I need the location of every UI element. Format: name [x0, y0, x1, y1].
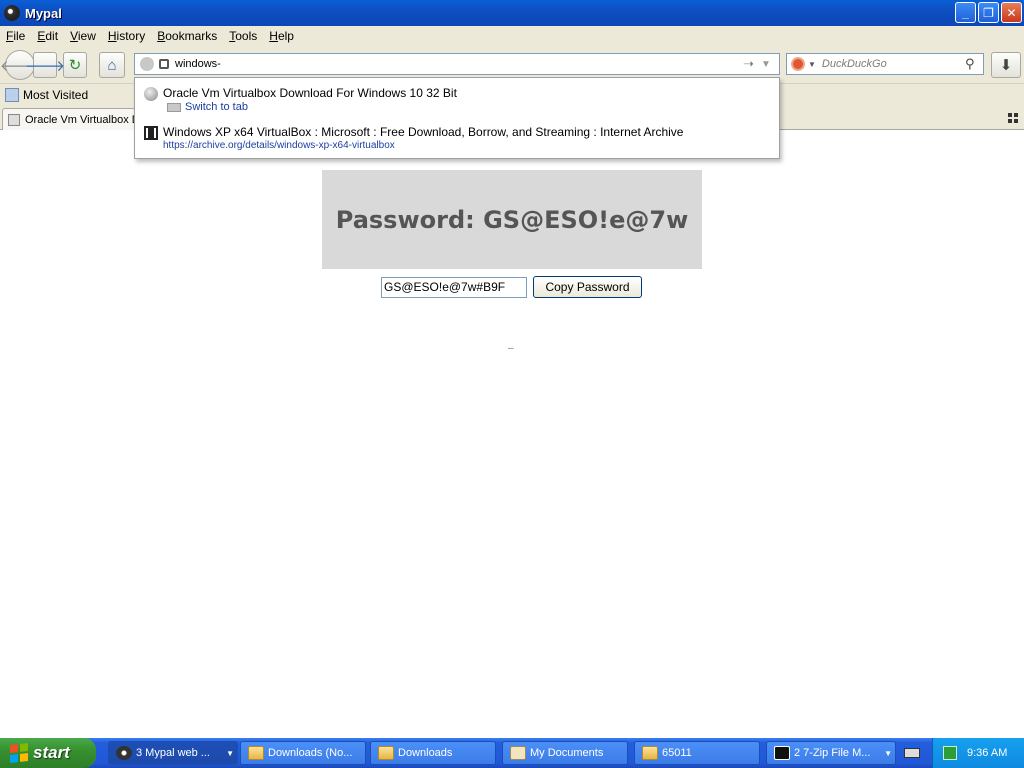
most-visited-icon — [5, 88, 19, 102]
switch-tab-icon — [167, 102, 181, 112]
folder-icon — [378, 746, 394, 760]
search-input[interactable]: DuckDuckGo — [822, 58, 965, 70]
search-engine-dropdown-icon[interactable]: ▼ — [808, 60, 816, 69]
copy-password-button[interactable]: Copy Password — [533, 276, 642, 298]
lock-icon — [159, 59, 169, 69]
tab-oracle-virtualbox[interactable]: Oracle Vm Virtualbox Download For Window… — [2, 108, 136, 130]
tab-label: Oracle Vm Virtualbox Download For Window… — [25, 113, 135, 126]
close-button[interactable]: ✕ — [1001, 2, 1022, 23]
taskbar-item-65011[interactable]: 65011 — [634, 741, 760, 765]
url-input[interactable]: windows- — [175, 58, 743, 70]
taskbar-item-downloads-no[interactable]: Downloads (No... — [240, 741, 366, 765]
taskbar-item-label: My Documents — [530, 747, 604, 759]
switch-to-tab-label: Switch to tab — [185, 101, 248, 113]
search-icon[interactable]: ⚲ — [965, 56, 983, 72]
taskbar-item-mypal[interactable]: 3 Mypal web ... ▼ — [108, 741, 238, 765]
minimize-button[interactable]: _ — [955, 2, 976, 23]
network-icon[interactable] — [943, 746, 957, 760]
tab-favicon-icon — [8, 113, 20, 126]
menu-bookmarks[interactable]: Bookmarks — [151, 29, 223, 43]
taskbar-item-label: Downloads (No... — [268, 747, 353, 759]
folder-icon — [642, 746, 658, 760]
url-dropdown-icon[interactable]: ▼ — [761, 59, 779, 70]
mypal-app-icon — [4, 5, 20, 21]
globe-icon — [144, 87, 158, 101]
taskbar-item-label: 65011 — [662, 747, 692, 759]
url-autocomplete-popup: Oracle Vm Virtualbox Download For Window… — [134, 77, 780, 159]
menu-history[interactable]: History — [102, 29, 151, 43]
autocomplete-url: https://archive.org/details/windows-xp-x… — [163, 140, 395, 151]
group-arrow-icon: ▼ — [226, 748, 234, 758]
autocomplete-item-switch-tab[interactable]: Oracle Vm Virtualbox Download For Window… — [135, 84, 779, 122]
folder-icon — [248, 746, 264, 760]
autocomplete-title: Oracle Vm Virtualbox Download For Window… — [163, 86, 457, 100]
home-button[interactable]: ⌂ — [99, 52, 125, 78]
downloads-button[interactable]: ⬇ — [991, 52, 1021, 78]
download-arrow-icon: ⬇ — [999, 57, 1013, 74]
windows-logo-icon — [10, 743, 28, 763]
menu-file[interactable]: File — [0, 29, 31, 43]
taskbar-item-downloads[interactable]: Downloads — [370, 741, 496, 765]
home-icon: ⌂ — [107, 56, 117, 74]
taskbar-item-label: 2 7-Zip File M... — [794, 747, 871, 759]
search-bar[interactable]: ▼ DuckDuckGo ⚲ — [786, 53, 984, 75]
window-title: Mypal — [25, 5, 62, 21]
start-label: start — [33, 743, 70, 762]
taskbar-item-label: 3 Mypal web ... — [136, 747, 210, 759]
taskbar: start 3 Mypal web ... ▼ Downloads (No...… — [0, 738, 1024, 768]
url-bar[interactable]: windows- ➝ ▼ — [134, 53, 780, 75]
arrow-right-icon: 🡒 — [24, 57, 66, 75]
7zip-icon — [774, 746, 790, 760]
forward-button[interactable]: 🡒 — [25, 52, 65, 78]
page-dash: – — [508, 343, 514, 354]
mypal-icon — [116, 746, 132, 760]
group-arrow-icon: ▼ — [884, 748, 892, 758]
keyboard-icon[interactable] — [904, 748, 920, 758]
maximize-button[interactable]: ❐ — [978, 2, 999, 23]
go-arrow-icon[interactable]: ➝ — [743, 56, 761, 72]
window-controls: _ ❐ ✕ — [955, 2, 1022, 23]
site-identity-icon[interactable] — [140, 57, 154, 71]
reload-button[interactable]: ↻ — [63, 52, 87, 78]
menu-view[interactable]: View — [64, 29, 102, 43]
menu-edit[interactable]: Edit — [31, 29, 64, 43]
internet-archive-icon — [144, 126, 158, 140]
menu-bar: File Edit View History Bookmarks Tools H… — [0, 26, 1024, 46]
taskbar-item-7zip[interactable]: 2 7-Zip File M... ▼ — [766, 741, 896, 765]
password-field[interactable]: GS@ESO!e@7w#B9F — [381, 277, 527, 298]
duckduckgo-icon[interactable] — [791, 57, 805, 71]
password-heading: Password: GS@ESO!e@7w — [335, 205, 689, 234]
clock[interactable]: 9:36 AM — [967, 747, 1007, 759]
taskbar-item-my-documents[interactable]: My Documents — [502, 741, 628, 765]
password-display-box: Password: GS@ESO!e@7w — [322, 170, 702, 269]
system-tray: 9:36 AM — [932, 738, 1024, 768]
menu-tools[interactable]: Tools — [223, 29, 263, 43]
taskbar-item-label: Downloads — [398, 747, 453, 759]
start-button[interactable]: start — [0, 738, 96, 768]
reload-icon: ↻ — [68, 57, 82, 74]
tab-list-grid-icon[interactable] — [1008, 113, 1018, 123]
menu-help[interactable]: Help — [263, 29, 300, 43]
documents-icon — [510, 746, 526, 760]
autocomplete-item-archive[interactable]: Windows XP x64 VirtualBox : Microsoft : … — [135, 123, 779, 161]
switch-to-tab-row: Switch to tab — [167, 101, 248, 113]
autocomplete-title: Windows XP x64 VirtualBox : Microsoft : … — [163, 125, 684, 139]
window-titlebar: Mypal _ ❐ ✕ — [0, 0, 1024, 26]
bookmark-most-visited[interactable]: Most Visited — [23, 88, 88, 102]
